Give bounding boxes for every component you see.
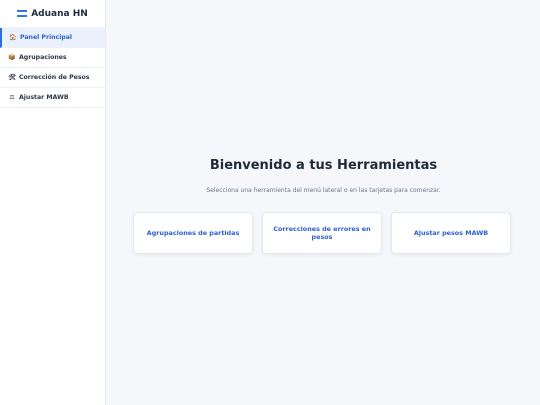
sidebar-item-correccion-pesos[interactable]: 🛠 Corrección de Pesos (0, 68, 105, 88)
brand: Aduana HN (0, 0, 105, 28)
sidebar-item-label: Corrección de Pesos (19, 74, 90, 81)
sidebar-item-panel-principal[interactable]: 🏠 Panel Principal (0, 28, 105, 48)
card-ajustar-mawb[interactable]: Ajustar pesos MAWB (391, 212, 511, 254)
card-correcciones-pesos[interactable]: Correcciones de errores en pesos (262, 212, 382, 254)
sidebar-item-label: Ajustar MAWB (19, 94, 69, 101)
brand-title: Aduana HN (31, 8, 88, 19)
sidebar-item-label: Panel Principal (20, 34, 73, 41)
sidebar-item-agrupaciones[interactable]: 📦 Agrupaciones (0, 48, 105, 68)
page-subtitle: Selecciona una herramienta del menú late… (206, 187, 441, 194)
scale-icon: ⚖ (9, 94, 15, 101)
card-agrupaciones[interactable]: Agrupaciones de partidas (133, 212, 253, 254)
package-icon: 📦 (8, 54, 16, 61)
sidebar: Aduana HN 🏠 Panel Principal 📦 Agrupacion… (0, 0, 106, 405)
honduras-flag-icon (17, 10, 28, 17)
tools-icon: 🛠 (8, 74, 16, 81)
home-icon: 🏠 (9, 34, 17, 41)
page-title: Bienvenido a tus Herramientas (209, 158, 438, 173)
main-content: Bienvenido a tus Herramientas Selecciona… (107, 0, 540, 405)
sidebar-item-label: Agrupaciones (19, 54, 67, 61)
sidebar-item-ajustar-mawb[interactable]: ⚖ Ajustar MAWB (0, 88, 105, 108)
